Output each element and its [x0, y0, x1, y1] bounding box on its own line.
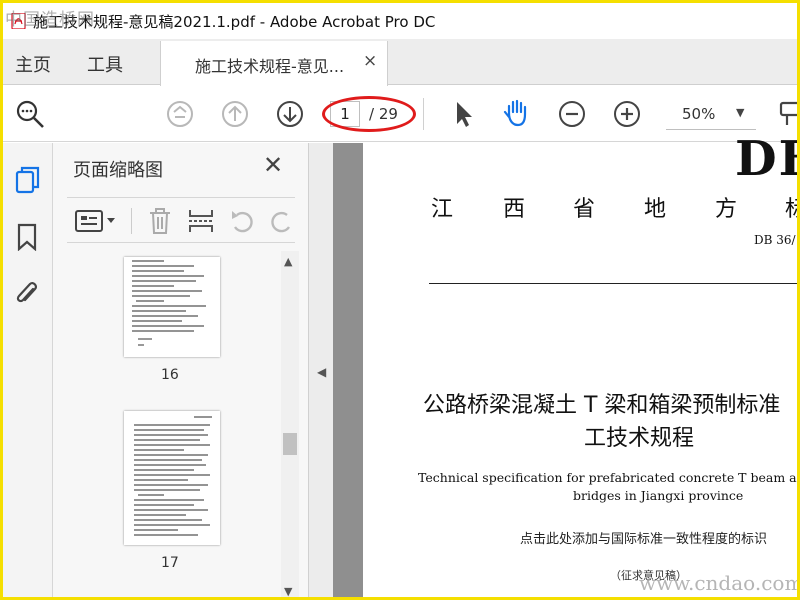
header-char: 省 — [573, 197, 596, 222]
prev-page-icon[interactable] — [220, 99, 250, 129]
zoom-value: 50% — [682, 105, 716, 123]
panel-divider — [131, 208, 132, 234]
attachment-icon[interactable] — [13, 279, 41, 309]
zoom-dropdown[interactable]: 50% ▼ — [666, 98, 756, 130]
zoom-in-icon[interactable] — [612, 99, 642, 129]
document-page: DB 江 西 省 地 方 标 DB 36/ 公路桥梁混凝土 T 梁和箱梁预制标准… — [363, 131, 797, 597]
pages-icon[interactable] — [14, 165, 42, 195]
scroll-down-icon[interactable]: ▼ — [284, 585, 292, 597]
watermark-bottom: www.cndao.com — [639, 571, 800, 595]
collapse-panel-icon[interactable]: ◀ — [317, 365, 326, 379]
left-rail — [3, 143, 53, 597]
scrollbar-thumb[interactable] — [283, 433, 297, 455]
thumbnail-panel: 页面缩略图 ✕ 16 17 ▲ ▼ — [53, 143, 309, 597]
tab-document[interactable]: 施工技术规程-意见... × — [160, 41, 388, 86]
watermark-top: 中国造桥网 — [5, 10, 95, 30]
consistency-note[interactable]: 点击此处添加与国际标准一致性程度的标识 — [520, 528, 767, 547]
undo-icon[interactable] — [229, 207, 257, 235]
bookmark-icon[interactable] — [16, 223, 38, 251]
standard-code: DB 36/ — [754, 233, 796, 247]
thumbnail-label: 16 — [161, 367, 179, 383]
english-title-line2: bridges in Jiangxi province — [573, 488, 744, 503]
panel-toolbar — [67, 197, 295, 243]
thumbnail-scrollbar[interactable]: ▲ ▼ — [281, 251, 299, 597]
tab-bar: 主页 工具 — [3, 39, 797, 85]
title-bar: 施工技术规程-意见稿2021.1.pdf - Adobe Acrobat Pro… — [3, 3, 797, 39]
redo-icon[interactable] — [267, 207, 295, 235]
more-tools-icon[interactable] — [777, 99, 800, 129]
delete-icon[interactable] — [147, 207, 173, 235]
thumbnail-label: 17 — [161, 555, 179, 571]
thumbnail-page-17[interactable] — [124, 411, 220, 545]
page-preview-16 — [132, 260, 206, 346]
document-title-line2: 工技术规程 — [584, 426, 695, 451]
tab-tools[interactable]: 工具 — [87, 51, 123, 77]
panel-title: 页面缩略图 — [73, 160, 163, 181]
header-char: 地 — [644, 197, 667, 222]
document-tab-label: 施工技术规程-意见... — [195, 57, 345, 76]
header-rule — [429, 283, 797, 284]
select-arrow-icon[interactable] — [449, 99, 479, 129]
header-char: 西 — [503, 197, 526, 222]
page-preview-17 — [134, 416, 212, 536]
acrobat-window: 施工技术规程-意见稿2021.1.pdf - Adobe Acrobat Pro… — [0, 0, 800, 600]
close-panel-button[interactable]: ✕ — [263, 151, 283, 179]
scroll-up-icon[interactable]: ▲ — [284, 255, 292, 268]
hand-icon[interactable] — [502, 97, 532, 127]
next-page-icon[interactable] — [275, 99, 305, 129]
main-toolbar: 1 / 29 50% ▼ — [3, 86, 797, 142]
header-char: 标 — [785, 191, 797, 223]
chevron-down-icon: ▼ — [736, 106, 745, 119]
document-viewer[interactable]: DB 江 西 省 地 方 标 DB 36/ 公路桥梁混凝土 T 梁和箱梁预制标准… — [333, 131, 797, 597]
thumbnail-page-16[interactable] — [124, 257, 220, 357]
header-char: 方 — [715, 197, 738, 222]
english-title-line1: Technical specification for prefabricate… — [418, 470, 797, 485]
header-char: 江 — [431, 197, 454, 222]
insert-icon[interactable] — [187, 207, 215, 235]
zoom-out-icon[interactable] — [557, 99, 587, 129]
panel-splitter[interactable]: ◀ — [309, 143, 333, 597]
toolbar-divider — [423, 98, 424, 130]
document-title-line1: 公路桥梁混凝土 T 梁和箱梁预制标准 — [423, 393, 781, 418]
close-tab-button[interactable]: × — [363, 51, 377, 71]
highlight-oval — [322, 96, 416, 132]
first-page-icon[interactable] — [165, 99, 195, 129]
zoom-search-icon[interactable] — [15, 99, 45, 129]
tab-home[interactable]: 主页 — [15, 51, 51, 77]
standard-logo-text: DB — [735, 131, 797, 187]
options-icon[interactable] — [75, 209, 117, 233]
